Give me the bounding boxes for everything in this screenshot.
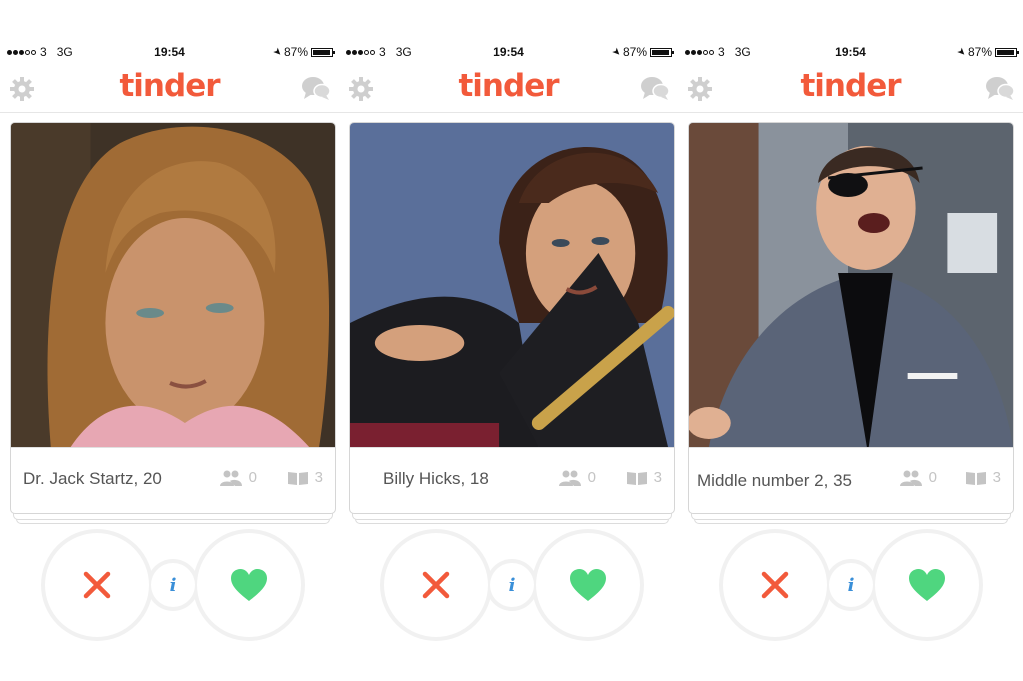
app-logo: tinder [458, 68, 559, 104]
action-buttons: i [41, 529, 305, 641]
profile-photo [11, 123, 335, 447]
like-button[interactable] [197, 533, 301, 637]
app-logo: tinder [119, 68, 220, 104]
profile-name-age: Billy Hicks, 18 [383, 469, 489, 488]
nav-bar: tinder [0, 62, 339, 113]
friends-count: 0 [248, 469, 257, 486]
book-icon [965, 471, 986, 485]
nope-button[interactable] [384, 533, 488, 637]
people-icon [558, 470, 581, 486]
info-icon: i [508, 574, 516, 596]
location-arrow-icon: ➤ [953, 45, 968, 59]
nav-bar: tinder [339, 62, 678, 113]
common-interests: 3 [626, 469, 662, 486]
like-button[interactable] [536, 533, 640, 637]
x-icon [422, 571, 450, 599]
common-friends: 0 [899, 469, 937, 486]
heart-icon [909, 569, 945, 601]
profile-card-stack[interactable]: Billy Hicks, 18 0 3 [349, 122, 675, 524]
battery-icon [650, 47, 674, 57]
action-buttons: i [719, 529, 983, 641]
phone-screen-3: 3 3G 19:54 ➤ 87% tinder Middle number 2,… [678, 0, 1023, 681]
heart-icon [231, 569, 267, 601]
card-footer: Billy Hicks, 18 0 3 [350, 447, 674, 513]
like-button[interactable] [875, 533, 979, 637]
info-button[interactable]: i [829, 563, 873, 607]
friends-count: 0 [587, 469, 596, 486]
info-icon: i [847, 574, 855, 596]
phone-screen-1: 3 3G 19:54 ➤ 87% tinder Dr. Jack Startz,… [0, 0, 339, 681]
common-friends: 0 [558, 469, 596, 486]
interests-count: 3 [314, 469, 323, 486]
phone-screen-2: 3 3G 19:54 ➤ 87% tinder Billy Hicks, 18 … [339, 0, 678, 681]
status-bar: 3 3G 19:54 ➤ 87% [339, 42, 678, 62]
chat-bubbles-icon[interactable] [985, 74, 1015, 102]
status-bar: 3 3G 19:54 ➤ 87% [678, 42, 1023, 62]
profile-card-stack[interactable]: Dr. Jack Startz, 20 0 3 [10, 122, 336, 524]
interests-count: 3 [653, 469, 662, 486]
profile-card[interactable]: Billy Hicks, 18 0 3 [349, 122, 675, 514]
heart-icon [570, 569, 606, 601]
nope-button[interactable] [45, 533, 149, 637]
battery-icon [995, 47, 1019, 57]
card-footer: Dr. Jack Startz, 20 0 3 [11, 447, 335, 513]
action-buttons: i [380, 529, 644, 641]
card-footer: Middle number 2, 35 0 3 [689, 447, 1013, 513]
chat-bubbles-icon[interactable] [301, 74, 331, 102]
interests-count: 3 [992, 469, 1001, 486]
battery-percent: 87% [622, 45, 647, 59]
profile-photo [689, 123, 1013, 447]
book-icon [626, 471, 647, 485]
people-icon [899, 470, 922, 486]
battery-icon [311, 47, 335, 57]
app-logo: tinder [800, 68, 901, 104]
nope-button[interactable] [723, 533, 827, 637]
profile-name-age: Dr. Jack Startz, 20 [23, 469, 162, 488]
people-icon [219, 470, 242, 486]
x-icon [83, 571, 111, 599]
info-icon: i [169, 574, 177, 596]
x-icon [761, 571, 789, 599]
profile-card-stack[interactable]: Middle number 2, 35 0 3 [688, 122, 1014, 524]
location-arrow-icon: ➤ [608, 45, 623, 59]
info-button[interactable]: i [490, 563, 534, 607]
common-interests: 3 [965, 469, 1001, 486]
friends-count: 0 [928, 469, 937, 486]
profile-card[interactable]: Dr. Jack Startz, 20 0 3 [10, 122, 336, 514]
common-friends: 0 [219, 469, 257, 486]
info-button[interactable]: i [151, 563, 195, 607]
profile-name-age: Middle number 2, 35 [697, 471, 852, 490]
chat-bubbles-icon[interactable] [640, 74, 670, 102]
status-bar: 3 3G 19:54 ➤ 87% [0, 42, 339, 62]
profile-card[interactable]: Middle number 2, 35 0 3 [688, 122, 1014, 514]
profile-photo [350, 123, 674, 447]
book-icon [287, 471, 308, 485]
common-interests: 3 [287, 469, 323, 486]
location-arrow-icon: ➤ [269, 45, 284, 59]
battery-percent: 87% [967, 45, 992, 59]
nav-bar: tinder [678, 62, 1023, 113]
battery-percent: 87% [283, 45, 308, 59]
